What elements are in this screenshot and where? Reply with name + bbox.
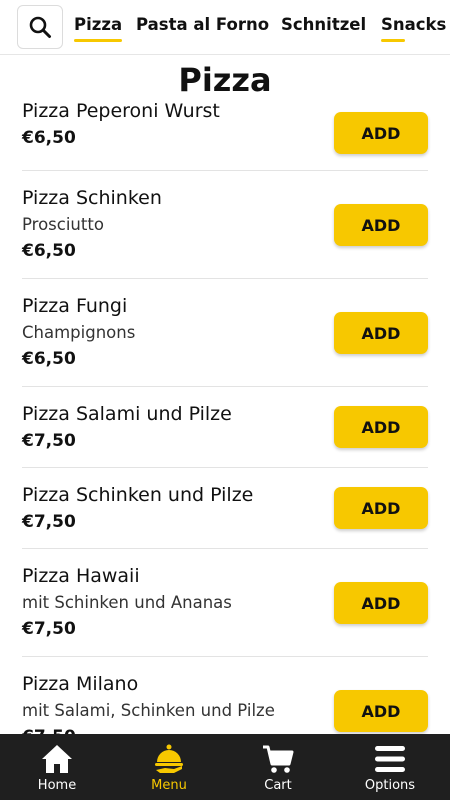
nav-label: Cart — [264, 778, 292, 793]
tab-snacks[interactable]: Snacks — [381, 15, 446, 42]
bottom-nav: Home Menu Cart Options — [0, 734, 450, 800]
item-price: €6,50 — [22, 241, 76, 261]
menu-item: Pizza Salami und Pilze €7,50 ADD — [22, 387, 428, 468]
item-description: mit Salami, Schinken und Pilze — [22, 701, 275, 720]
add-button[interactable]: ADD — [334, 582, 428, 624]
item-name: Pizza Schinken und Pilze — [22, 484, 254, 506]
item-description: mit Schinken und Ananas — [22, 593, 232, 612]
nav-label: Menu — [151, 778, 187, 793]
tab-pizza[interactable]: Pizza — [74, 15, 123, 42]
cart-icon — [263, 745, 294, 773]
item-price: €7,50 — [22, 512, 76, 532]
options-icon — [375, 746, 405, 772]
add-button[interactable]: ADD — [334, 406, 428, 448]
item-description: Prosciutto — [22, 215, 104, 234]
section-title: Pizza — [0, 58, 450, 102]
nav-label: Home — [37, 778, 77, 793]
add-button[interactable]: ADD — [334, 690, 428, 732]
item-name: Pizza Salami und Pilze — [22, 403, 232, 425]
item-price: €6,50 — [22, 128, 76, 148]
nav-menu[interactable]: Menu — [113, 734, 225, 800]
nav-home[interactable]: Home — [1, 734, 113, 800]
item-description: Champignons — [22, 323, 136, 342]
tab-schnitzel[interactable]: Schnitzel — [281, 15, 366, 38]
item-name: Pizza Hawaii — [22, 565, 140, 587]
add-button[interactable]: ADD — [334, 204, 428, 246]
menu-list: Pizza Peperoni Wurst €6,50 ADD Pizza Sch… — [0, 102, 450, 734]
item-price: €7,50 — [22, 724, 76, 734]
add-button[interactable]: ADD — [334, 487, 428, 529]
menu-item: Pizza Milano mit Salami, Schinken und Pi… — [22, 657, 428, 734]
item-price: €7,50 — [22, 619, 76, 639]
menu-item: Pizza Schinken Prosciutto €6,50 ADD — [22, 171, 428, 279]
search-icon — [29, 16, 51, 38]
menu-item: Pizza Fungi Champignons €6,50 ADD — [22, 279, 428, 387]
item-name: Pizza Schinken — [22, 187, 162, 209]
category-bar: Pizza Pasta al Forno Schnitzel Snacks — [0, 0, 450, 55]
add-button[interactable]: ADD — [334, 312, 428, 354]
item-name: Pizza Milano — [22, 673, 139, 695]
item-name: Pizza Fungi — [22, 295, 128, 317]
menu-item: Pizza Schinken und Pilze €7,50 ADD — [22, 468, 428, 549]
menu-cloche-icon — [155, 744, 183, 773]
search-button[interactable] — [17, 5, 63, 49]
nav-label: Options — [364, 778, 416, 793]
item-price: €6,50 — [22, 349, 76, 369]
item-price: €7,50 — [22, 431, 76, 451]
nav-options[interactable]: Options — [334, 734, 446, 800]
tab-pasta-al-forno[interactable]: Pasta al Forno — [136, 15, 269, 38]
home-icon — [42, 745, 72, 773]
menu-item: Pizza Peperoni Wurst €6,50 ADD — [22, 102, 428, 171]
menu-item: Pizza Hawaii mit Schinken und Ananas €7,… — [22, 549, 428, 657]
add-button[interactable]: ADD — [334, 112, 428, 154]
item-name: Pizza Peperoni Wurst — [22, 102, 220, 122]
nav-cart[interactable]: Cart — [222, 734, 334, 800]
